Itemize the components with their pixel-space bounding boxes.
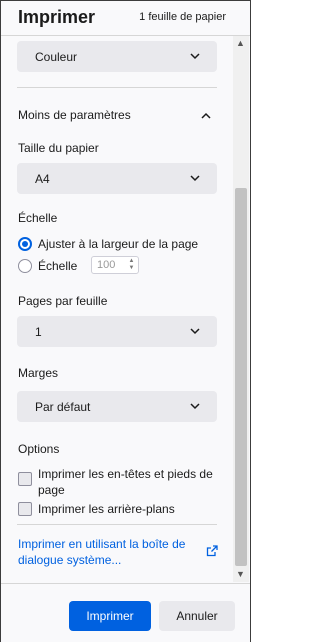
paper-size-value: A4 xyxy=(35,172,50,186)
headers-footers-label-line1: Imprimer les en-têtes et pieds de xyxy=(38,467,213,481)
headers-footers-checkbox[interactable] xyxy=(18,472,32,486)
backgrounds-checkbox[interactable] xyxy=(18,502,32,516)
dialog-header: Imprimer 1 feuille de papier xyxy=(1,1,250,36)
color-select[interactable]: Couleur xyxy=(17,41,217,72)
scroll-up-arrow-icon[interactable]: ▲ xyxy=(236,38,245,48)
divider xyxy=(17,524,217,525)
system-dialog-link[interactable]: Imprimer en utilisant la boîte de dialog… xyxy=(18,536,185,568)
chevron-down-icon xyxy=(189,399,201,417)
fit-width-radio[interactable] xyxy=(18,237,32,251)
print-dialog: Imprimer 1 feuille de papier Couleur Moi… xyxy=(0,0,251,642)
cancel-button[interactable]: Annuler xyxy=(159,601,235,631)
scale-radio[interactable] xyxy=(18,259,32,273)
backgrounds-option[interactable]: Imprimer les arrière-plans xyxy=(18,502,218,518)
scale-radio-row[interactable]: Échelle 100 ▲ ▼ xyxy=(18,256,218,275)
print-button[interactable]: Imprimer xyxy=(69,601,151,631)
color-select-value: Couleur xyxy=(35,50,78,64)
chevron-up-icon[interactable] xyxy=(200,109,212,127)
pages-per-sheet-value: 1 xyxy=(35,325,42,339)
headers-footers-label-line2: page xyxy=(38,483,65,497)
scrollbar[interactable]: ▲ ▼ xyxy=(233,36,249,582)
margins-select[interactable]: Par défaut xyxy=(17,391,217,422)
headers-footers-option[interactable]: Imprimer les en-têtes et pieds de page xyxy=(18,467,218,499)
system-dialog-link-line1: Imprimer en utilisant la boîte de xyxy=(18,537,186,551)
system-dialog-link-line2: dialogue système... xyxy=(18,553,122,567)
fit-width-radio-row[interactable]: Ajuster à la largeur de la page xyxy=(18,237,218,253)
options-label: Options xyxy=(18,442,60,456)
margins-value: Par défaut xyxy=(35,400,91,414)
sheet-count: 1 feuille de papier xyxy=(139,11,226,23)
paper-size-label: Taille du papier xyxy=(18,141,99,155)
scale-radio-label: Échelle xyxy=(38,259,78,273)
pages-per-sheet-select[interactable]: 1 xyxy=(17,316,217,347)
margins-label: Marges xyxy=(18,366,59,380)
scale-input[interactable]: 100 ▲ ▼ xyxy=(91,256,139,274)
stepper-icon[interactable]: ▲ ▼ xyxy=(127,258,136,272)
divider xyxy=(17,87,217,88)
pages-per-sheet-label: Pages par feuille xyxy=(18,294,108,308)
chevron-down-icon xyxy=(189,171,201,189)
dialog-footer: Imprimer Annuler xyxy=(1,583,250,642)
more-settings-toggle[interactable]: Moins de paramètres xyxy=(18,108,131,122)
chevron-down-icon xyxy=(189,324,201,342)
dialog-title: Imprimer xyxy=(18,7,96,27)
scroll-down-arrow-icon[interactable]: ▼ xyxy=(236,569,245,579)
settings-panel: Couleur Moins de paramètres Taille du pa… xyxy=(1,36,250,582)
external-link-icon[interactable] xyxy=(206,544,218,562)
paper-size-select[interactable]: A4 xyxy=(17,163,217,194)
scrollbar-thumb[interactable] xyxy=(235,188,247,566)
chevron-down-icon xyxy=(189,49,201,67)
scale-input-value: 100 xyxy=(97,259,116,271)
scale-label: Échelle xyxy=(18,211,58,225)
fit-width-label: Ajuster à la largeur de la page xyxy=(38,237,199,251)
backgrounds-label: Imprimer les arrière-plans xyxy=(38,502,175,516)
